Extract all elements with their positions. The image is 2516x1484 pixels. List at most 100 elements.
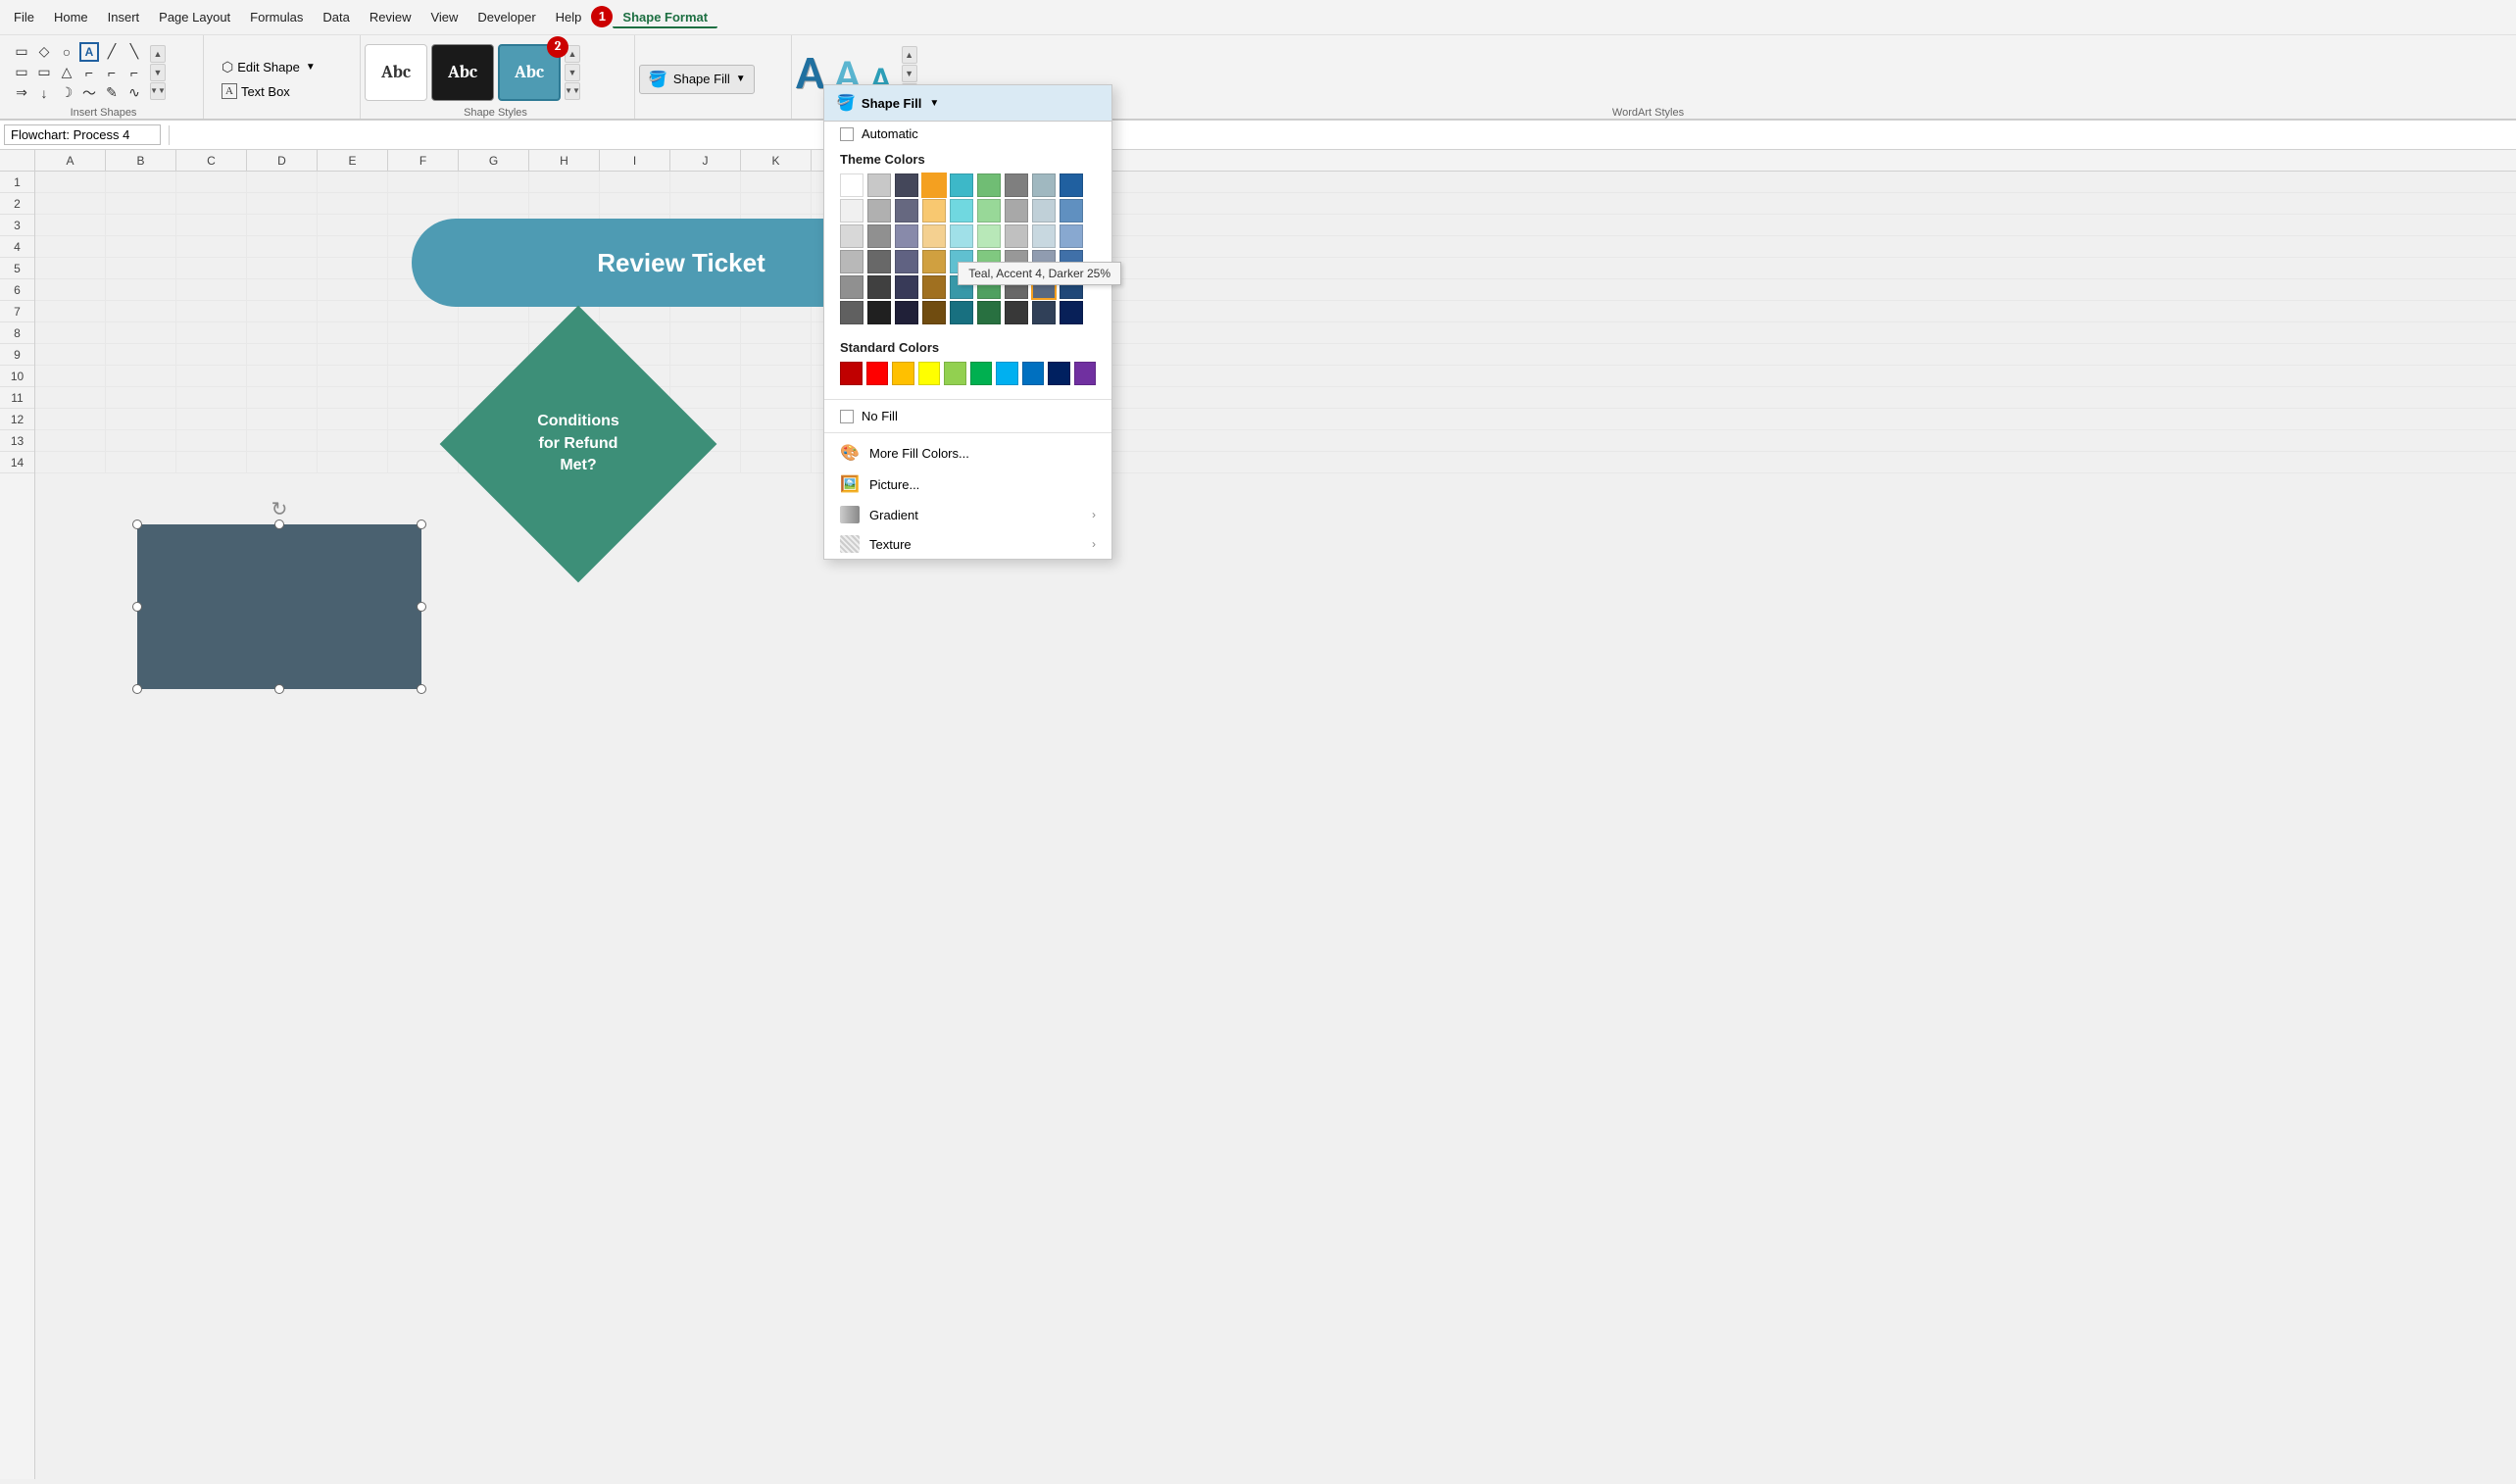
theme-swatch-0-4[interactable] <box>950 173 973 197</box>
theme-swatch-5-6[interactable] <box>1005 301 1028 324</box>
gradient-item[interactable]: Gradient › <box>824 500 1111 529</box>
theme-swatch-1-7[interactable] <box>1032 199 1056 223</box>
std-swatch-2[interactable] <box>892 362 914 385</box>
style-swatch-black[interactable]: Abc <box>431 44 494 101</box>
menu-developer[interactable]: Developer <box>468 6 545 28</box>
shape-oval[interactable]: ○ <box>57 42 76 62</box>
theme-swatch-1-0[interactable] <box>840 199 863 223</box>
edit-shape-button[interactable]: ⬡ Edit Shape ▼ <box>216 57 321 77</box>
shape-rect2[interactable]: ▭ <box>12 63 31 82</box>
theme-swatch-4-0[interactable] <box>840 275 863 299</box>
theme-swatch-1-8[interactable] <box>1060 199 1083 223</box>
shape-diamond[interactable]: ◇ <box>34 42 54 62</box>
theme-swatch-4-3[interactable] <box>922 275 946 299</box>
theme-swatch-2-0[interactable] <box>840 224 863 248</box>
style-swatch-teal[interactable]: 2 Abc <box>498 44 561 101</box>
scroll-more[interactable]: ▼▼ <box>150 82 166 100</box>
theme-swatch-2-1[interactable] <box>867 224 891 248</box>
theme-swatch-1-4[interactable] <box>950 199 973 223</box>
shape-custom[interactable]: ⌐ <box>124 63 144 82</box>
text-box-button[interactable]: A Text Box <box>216 81 321 101</box>
theme-swatch-1-1[interactable] <box>867 199 891 223</box>
theme-swatch-0-8[interactable] <box>1060 173 1083 197</box>
std-swatch-8[interactable] <box>1048 362 1070 385</box>
theme-swatch-0-0[interactable] <box>840 173 863 197</box>
std-swatch-9[interactable] <box>1074 362 1097 385</box>
theme-swatch-2-5[interactable] <box>977 224 1001 248</box>
theme-swatch-4-2[interactable] <box>895 275 918 299</box>
shape-free[interactable]: ✎ <box>102 83 122 103</box>
theme-swatch-2-4[interactable] <box>950 224 973 248</box>
shape-brace[interactable]: ⌐ <box>102 63 122 82</box>
shape-angle[interactable]: ⌐ <box>79 63 99 82</box>
std-swatch-4[interactable] <box>944 362 966 385</box>
shape-curved[interactable]: ☽ <box>57 83 76 103</box>
theme-swatch-2-2[interactable] <box>895 224 918 248</box>
shape-rect[interactable]: ▭ <box>12 42 31 62</box>
picture-item[interactable]: 🖼️ Picture... <box>824 469 1111 500</box>
theme-swatch-3-1[interactable] <box>867 250 891 273</box>
theme-swatch-4-1[interactable] <box>867 275 891 299</box>
scroll-up[interactable]: ▲ <box>150 45 166 63</box>
swatch-scroll-more[interactable]: ▼▼ <box>565 82 580 100</box>
grid-area[interactable]: Review Ticket Conditions for Refund Met?… <box>35 172 2516 1479</box>
theme-swatch-5-3[interactable] <box>922 301 946 324</box>
shape-down-arrow[interactable]: ↓ <box>34 83 54 103</box>
shape-text[interactable]: A <box>79 42 99 62</box>
theme-swatch-5-4[interactable] <box>950 301 973 324</box>
theme-swatch-1-6[interactable] <box>1005 199 1028 223</box>
texture-item[interactable]: Texture › <box>824 529 1111 559</box>
menu-file[interactable]: File <box>4 6 44 28</box>
menu-data[interactable]: Data <box>313 6 359 28</box>
theme-swatch-0-3[interactable] <box>922 173 946 197</box>
menu-home[interactable]: Home <box>44 6 98 28</box>
std-swatch-6[interactable] <box>996 362 1018 385</box>
menu-formulas[interactable]: Formulas <box>240 6 313 28</box>
theme-swatch-5-2[interactable] <box>895 301 918 324</box>
shape-fill-header[interactable]: 🪣 Shape Fill ▼ <box>824 85 1111 122</box>
theme-swatch-5-0[interactable] <box>840 301 863 324</box>
shape-triangle[interactable]: △ <box>57 63 76 82</box>
shape-arrow[interactable]: ⇒ <box>12 83 31 103</box>
menu-page-layout[interactable]: Page Layout <box>149 6 240 28</box>
theme-swatch-0-5[interactable] <box>977 173 1001 197</box>
name-box[interactable] <box>4 124 161 145</box>
theme-swatch-3-3[interactable] <box>922 250 946 273</box>
menu-insert[interactable]: Insert <box>98 6 150 28</box>
theme-swatch-3-2[interactable] <box>895 250 918 273</box>
style-swatch-white[interactable]: Abc <box>365 44 427 101</box>
no-fill-row[interactable]: No Fill <box>824 404 1111 428</box>
wordart-scroll-up[interactable]: ▲ <box>902 46 917 64</box>
theme-swatch-1-5[interactable] <box>977 199 1001 223</box>
theme-swatch-2-8[interactable] <box>1060 224 1083 248</box>
shape-line2[interactable]: ╲ <box>124 42 144 62</box>
theme-swatch-5-8[interactable] <box>1060 301 1083 324</box>
more-fill-colors-item[interactable]: 🎨 More Fill Colors... <box>824 437 1111 469</box>
std-swatch-7[interactable] <box>1022 362 1045 385</box>
menu-help[interactable]: Help <box>546 6 592 28</box>
formula-input[interactable] <box>177 125 2512 144</box>
theme-swatch-1-2[interactable] <box>895 199 918 223</box>
automatic-checkbox[interactable] <box>840 127 854 141</box>
theme-swatch-2-6[interactable] <box>1005 224 1028 248</box>
shape-wave[interactable]: 〜 <box>79 83 99 103</box>
theme-swatch-0-6[interactable] <box>1005 173 1028 197</box>
std-swatch-0[interactable] <box>840 362 863 385</box>
theme-swatch-0-7[interactable] <box>1032 173 1056 197</box>
std-swatch-5[interactable] <box>970 362 993 385</box>
shape-fill-button[interactable]: 🪣 Shape Fill ▼ <box>639 65 755 94</box>
theme-swatch-0-1[interactable] <box>867 173 891 197</box>
theme-swatch-2-3[interactable] <box>922 224 946 248</box>
automatic-row[interactable]: Automatic <box>824 122 1111 146</box>
menu-shape-format[interactable]: Shape Format <box>613 6 717 28</box>
swatch-scroll-down[interactable]: ▼ <box>565 64 580 81</box>
scroll-down[interactable]: ▼ <box>150 64 166 81</box>
theme-swatch-0-2[interactable] <box>895 173 918 197</box>
shape-scribble[interactable]: ∿ <box>124 83 144 103</box>
theme-swatch-2-7[interactable] <box>1032 224 1056 248</box>
wordart-a1[interactable]: A <box>796 43 824 101</box>
menu-review[interactable]: Review <box>360 6 421 28</box>
theme-swatch-5-5[interactable] <box>977 301 1001 324</box>
std-swatch-3[interactable] <box>918 362 941 385</box>
no-fill-checkbox[interactable] <box>840 410 854 423</box>
